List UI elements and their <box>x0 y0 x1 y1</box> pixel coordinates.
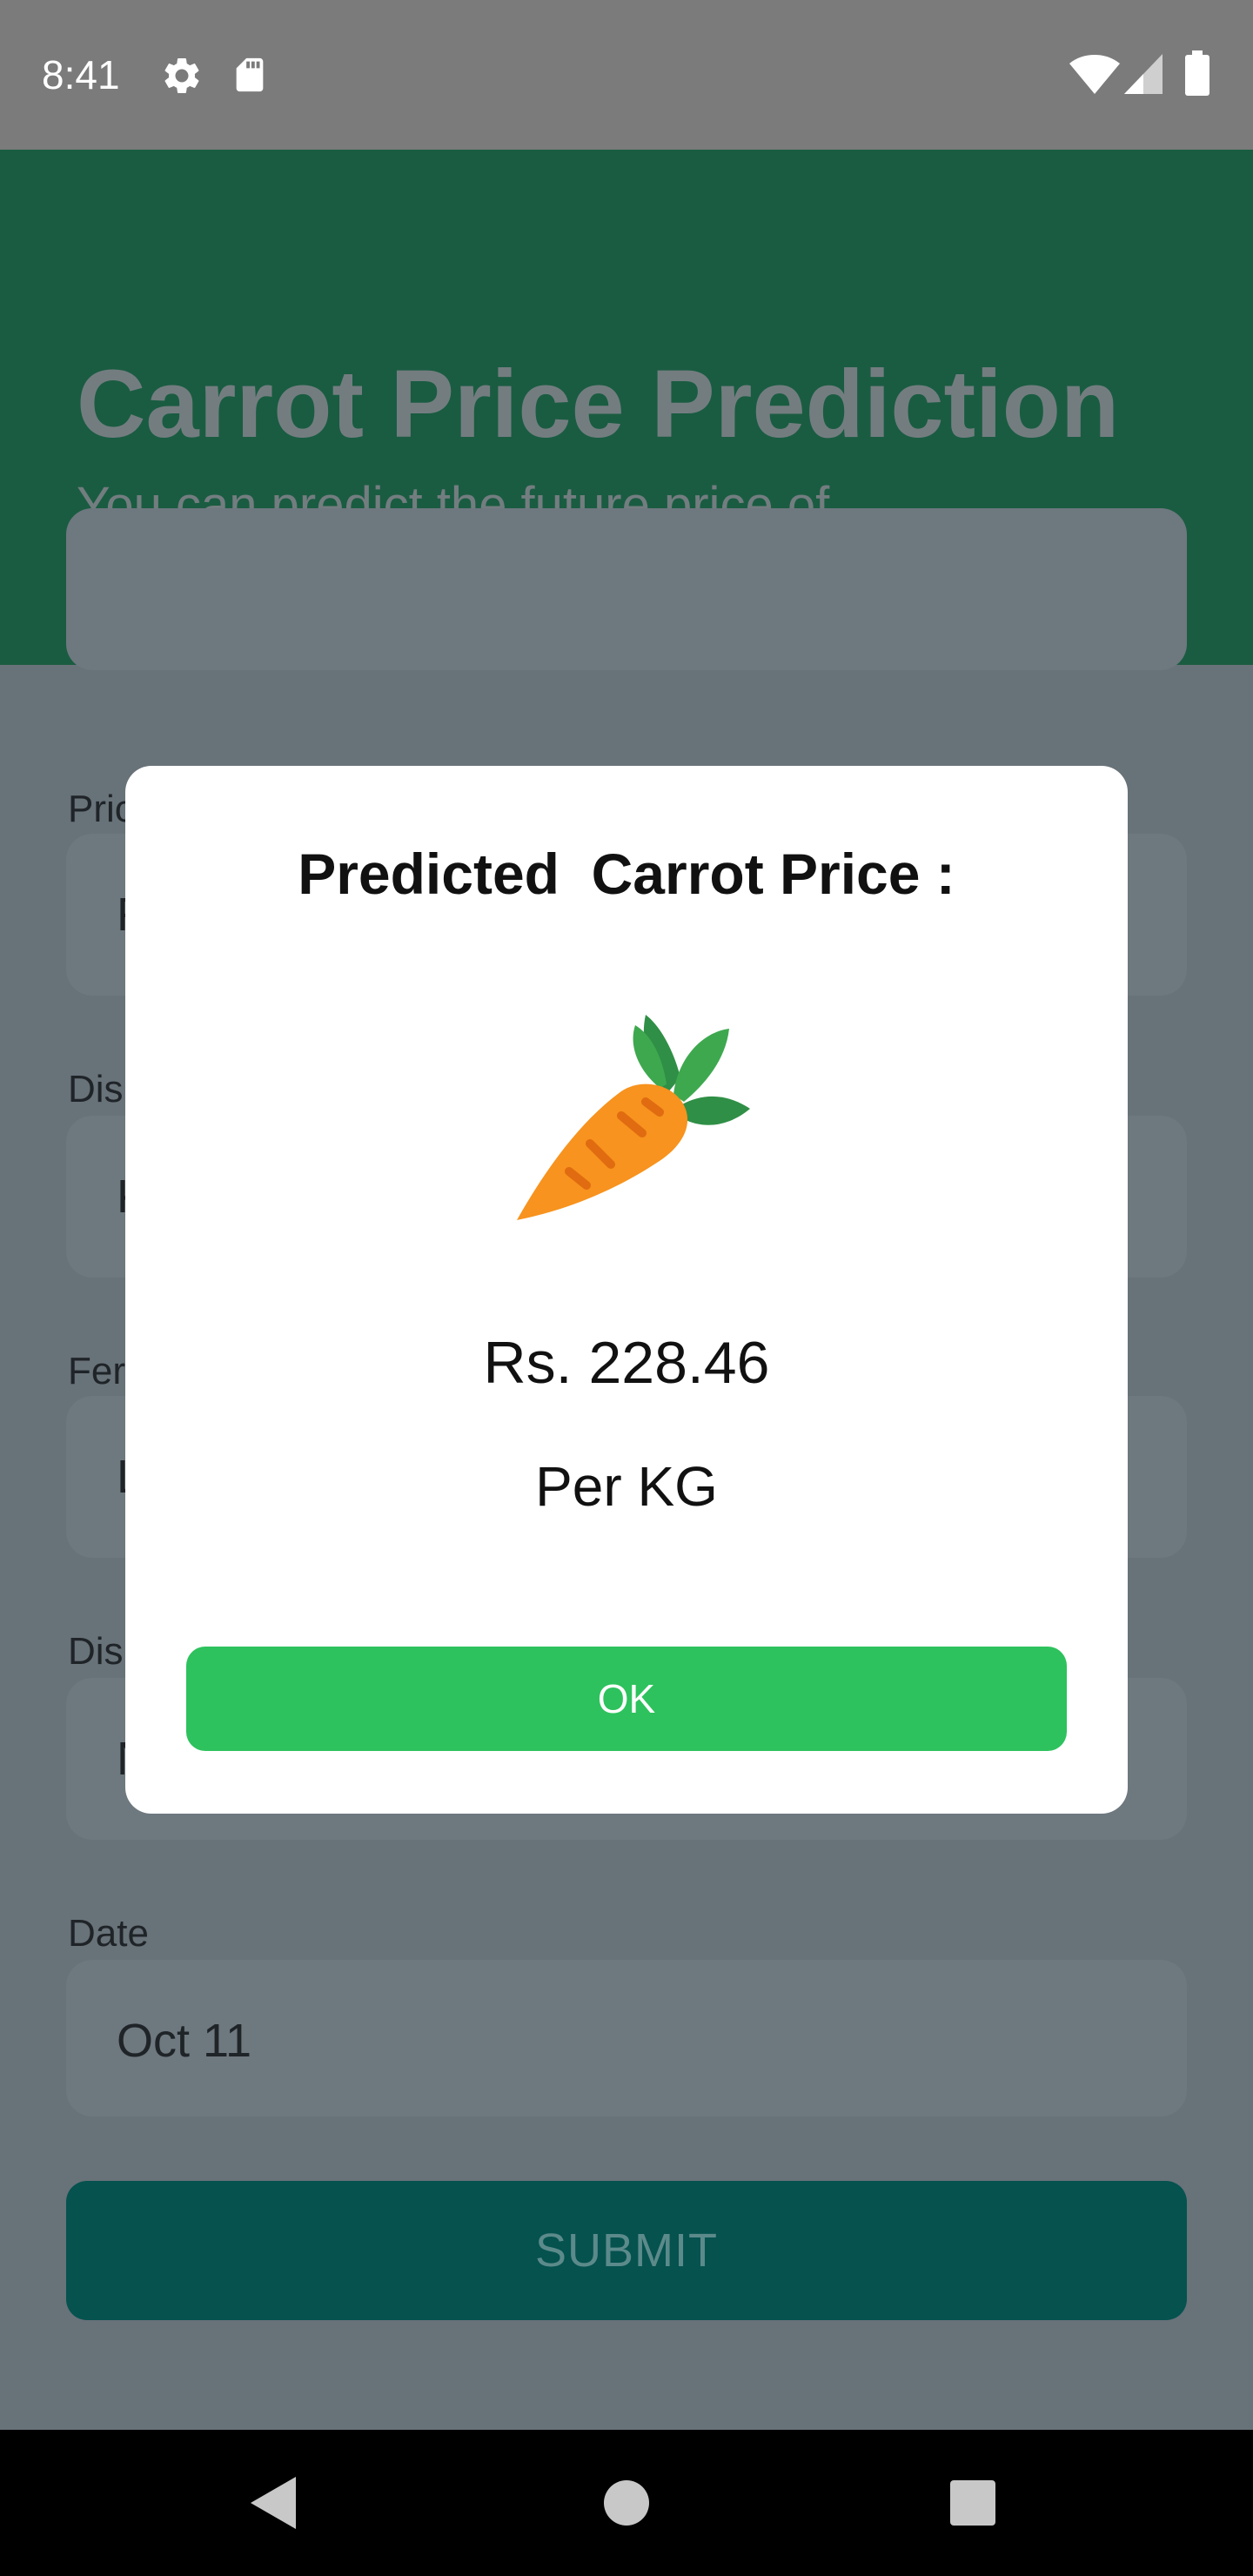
district-field-label: Dis <box>68 1068 124 1110</box>
carrot-icon <box>517 1015 750 1220</box>
battery-icon <box>1185 50 1209 96</box>
price-unit: Per KG <box>535 1455 718 1518</box>
date-field-label: Date <box>68 1912 149 1955</box>
date-field-value: Oct 11 <box>117 2015 252 2067</box>
predicted-price: Rs. 228.46 <box>483 1330 770 1396</box>
screen: 8:41 Carrot Price Prediction You can pre… <box>0 0 1253 2576</box>
gear-icon <box>164 57 199 93</box>
distance-field-label: Dis <box>68 1630 124 1673</box>
prediction-dialog: Predicted Carrot Price : Rs. 228.46 Per … <box>125 766 1128 1814</box>
ok-button[interactable]: OK <box>186 1647 1067 1751</box>
wifi-icon <box>1069 55 1120 94</box>
cell-signal-icon <box>1124 54 1163 94</box>
navigation-bar <box>0 2430 1253 2576</box>
sd-card-icon <box>236 57 264 92</box>
home-icon[interactable] <box>604 2480 649 2526</box>
previous-field-box[interactable] <box>66 508 1187 670</box>
status-time: 8:41 <box>42 52 120 97</box>
page-title: Carrot Price Prediction <box>77 351 1120 458</box>
submit-button[interactable]: SUBMIT <box>66 2181 1187 2320</box>
dialog-title: Predicted Carrot Price : <box>298 842 955 906</box>
fertilizer-field-label: Fer <box>68 1350 125 1392</box>
recents-icon[interactable] <box>950 2480 995 2526</box>
price-field-label: Pric <box>68 788 134 830</box>
back-icon[interactable] <box>251 2477 296 2529</box>
status-bar: 8:41 <box>0 0 1253 150</box>
